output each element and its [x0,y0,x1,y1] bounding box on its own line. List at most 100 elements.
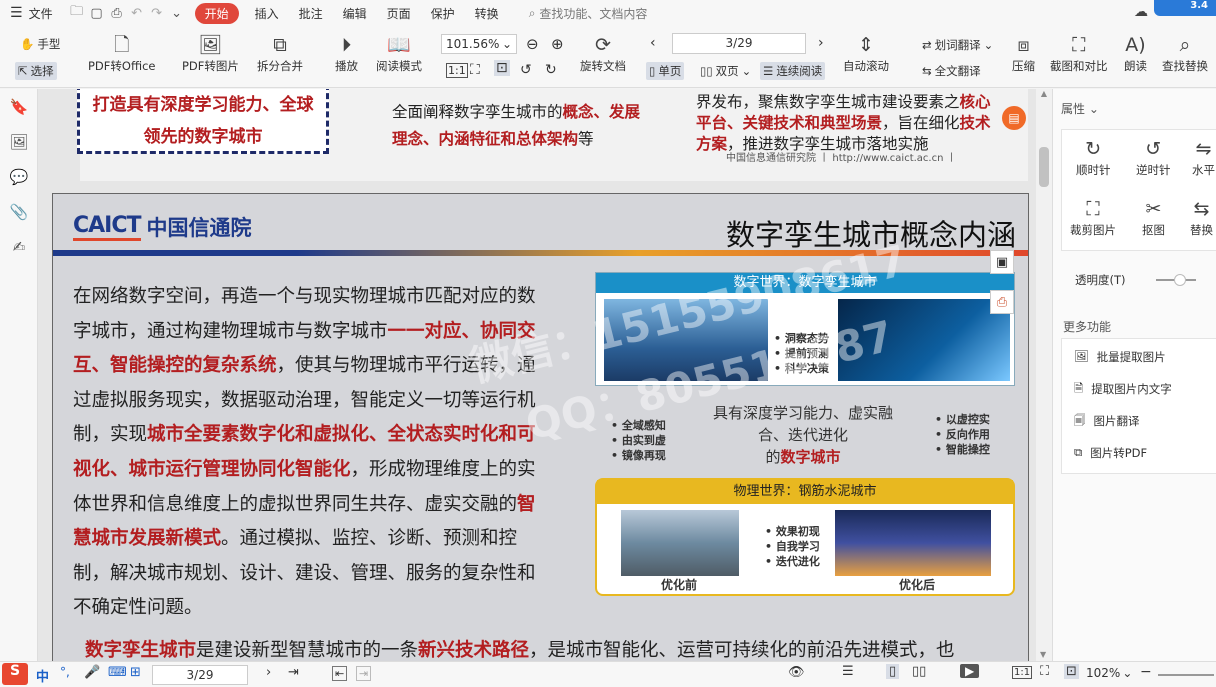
transparency-slider[interactable] [1155,274,1196,286]
print-icon[interactable]: ⎙ [107,4,127,22]
extract-text-item[interactable]: 🗎 提取图片内文字 [1074,381,1172,400]
eye-protection-icon[interactable]: 👁 [788,665,805,680]
slider-knob[interactable] [1173,274,1186,286]
fit-width-icon[interactable]: ⊡ [494,60,510,76]
full-translate-button[interactable]: ⇆ 全文翻译 [922,63,981,79]
screenshot-compare-button[interactable]: ⛶ 截图和对比 [1050,32,1108,74]
attachment-icon[interactable]: 📎 [0,194,38,229]
fit-width-icon[interactable]: ⊡ [1064,664,1079,679]
continuous-mode-icon[interactable]: ☰ [842,664,854,679]
tab-convert[interactable]: 转换 [465,5,509,22]
page-number-input[interactable]: 3/29 [672,33,806,54]
cloud-sync-icon[interactable]: ☁ [1134,4,1148,20]
batch-extract-item[interactable]: 🖼 批量提取图片 [1074,349,1166,365]
read-mode-button[interactable]: 📖 阅读模式 [376,32,422,74]
scroll-up-icon[interactable]: ▲ [1036,89,1052,98]
select-tool[interactable]: ⇱ 选择 [15,62,57,80]
single-page-mode-icon[interactable]: ▯ [886,664,900,679]
status-page-input[interactable]: 3/29 [152,665,248,685]
thumbnail-icon[interactable]: 🖼 [0,124,38,159]
tab-annotate[interactable]: 批注 [289,5,333,22]
app-badge-icon[interactable]: 3.4 [1154,0,1216,16]
tab-page[interactable]: 页面 [377,5,421,22]
search-box[interactable]: ⌕ 查找功能、文档内容 [529,5,648,22]
cutout-button[interactable]: ✂ 抠图 [1142,196,1165,238]
floating-assistant-icon[interactable]: ▤ [1002,106,1026,130]
pdf-to-image-label: PDF转图片 [182,59,239,73]
open-folder-icon[interactable]: 🗀 [67,4,87,22]
crop-image-button[interactable]: ⛶ 裁剪图片 [1070,196,1116,238]
find-replace-button[interactable]: ⌕ 查找替换 [1162,32,1208,74]
hand-tool[interactable]: ✋ 手型 [20,36,60,52]
next-page-icon[interactable]: › [818,35,824,51]
replace-image-button[interactable]: ⇆ 替换 [1190,196,1213,238]
single-page-button[interactable]: ▯ 单页 [646,62,685,80]
save-icon[interactable]: ▢ [87,4,107,22]
grid-icon[interactable]: ⊞ [130,665,141,680]
after-label: 优化后 [899,578,936,592]
actual-size-icon[interactable]: 1:1 [446,63,468,78]
zoom-in-icon[interactable]: ⊕ [551,35,564,53]
ribbon-toolbar: ✋ 手型 ⇱ 选择 🗋 PDF转Office 🖼 PDF转图片 ⧉ 拆分合并 ⏵ 播放 📖 阅… [0,26,1216,88]
play-mode-icon[interactable]: ▶ [960,664,980,678]
back-icon[interactable]: ⇤ [332,666,348,681]
image-print-icon[interactable]: ⎙ [990,290,1014,314]
hamburger-icon: ☰ [10,5,23,21]
status-zoom-select[interactable]: 102% ⌄ [1086,666,1132,680]
word-translate-button[interactable]: ⇄ 划词翻译 ⌄ [922,37,993,53]
redo-icon[interactable]: ↷ [147,4,167,22]
scroll-down-icon[interactable]: ▼ [1040,650,1046,659]
next-page-icon[interactable]: › [266,665,271,680]
zoom-slider[interactable] [1158,674,1214,676]
prev-page-icon[interactable]: ‹ [650,35,656,51]
tab-insert[interactable]: 插入 [245,5,289,22]
tab-protect[interactable]: 保护 [421,5,465,22]
dropdown-icon[interactable]: ⌄ [167,4,187,22]
zoom-out-icon[interactable]: − [1140,664,1152,680]
continuous-read-button[interactable]: ☰ 连续阅读 [760,62,826,80]
tab-start[interactable]: 开始 [194,2,239,24]
ime-lang-indicator[interactable]: 中 [36,666,49,685]
properties-header[interactable]: 属性 ⌄ [1061,100,1099,117]
auto-scroll-button[interactable]: ⇕ 自动滚动 [843,32,889,74]
image-translate-item[interactable]: 🗐 图片翻译 [1074,413,1140,432]
tab-edit[interactable]: 编辑 [333,5,377,22]
rotate-doc-button[interactable]: ⟳ 旋转文档 [580,32,626,74]
zoom-out-icon[interactable]: ⊖ [526,35,539,53]
microphone-icon[interactable]: 🎤 [84,665,100,680]
read-aloud-button[interactable]: A) 朗读 [1124,32,1147,74]
zoom-select[interactable]: 101.56% ⌄ [441,34,517,54]
image-to-pdf-item[interactable]: ⧉ 图片转PDF [1074,445,1147,461]
flip-label: 水平 [1192,163,1215,177]
punctuation-icon[interactable]: °, [60,665,70,679]
forward-icon[interactable]: ⇥ [356,666,372,681]
signature-icon[interactable]: ✍ [0,229,38,264]
flip-horizontal-button[interactable]: ⇋ 水平 [1192,136,1215,178]
rotate-cw-button[interactable]: ↻ 顺时针 [1076,136,1111,178]
keyboard-icon[interactable]: ⌨ [108,665,127,680]
bookmark-icon[interactable]: 🔖 [0,89,38,124]
image-action-icon[interactable]: ▣ [990,250,1014,274]
fit-page-icon[interactable]: ⛶ [470,62,480,78]
last-page-icon[interactable]: ⇥ [288,665,299,680]
fit-page-icon[interactable]: ⛶ [1040,664,1049,679]
file-menu[interactable]: ☰ 文件 [0,5,53,22]
play-button[interactable]: ⏵ 播放 [335,32,358,74]
comment-icon[interactable]: 💬 [0,159,38,194]
rotate-left-icon[interactable]: ↺ [520,62,532,78]
double-page-mode-icon[interactable]: ▯▯ [912,664,926,679]
ime-logo-icon[interactable]: S [2,663,28,685]
document-viewport: 打造具有深度学习能力、全球领先的数字城市 全面阐释数字孪生城市的概念、发展理念、… [38,89,1036,661]
compress-button[interactable]: ⧈ 压缩 [1012,32,1035,74]
pdf-to-image-icon: 🖼 [198,34,223,56]
pdf-to-office-button[interactable]: 🗋 PDF转Office [88,32,155,74]
undo-icon[interactable]: ↶ [127,4,147,22]
pdf-to-image-button[interactable]: 🖼 PDF转图片 [182,32,239,74]
split-merge-button[interactable]: ⧉ 拆分合并 [257,32,303,74]
vertical-scrollbar[interactable]: ▲ ▼ [1036,89,1052,661]
actual-size-icon[interactable]: 1:1 [1012,666,1033,679]
rotate-right-icon[interactable]: ↻ [545,62,557,78]
scroll-thumb[interactable] [1039,147,1049,187]
double-page-button[interactable]: ▯▯ 双页 ⌄ [700,63,751,79]
rotate-ccw-button[interactable]: ↺ 逆时针 [1136,136,1171,178]
